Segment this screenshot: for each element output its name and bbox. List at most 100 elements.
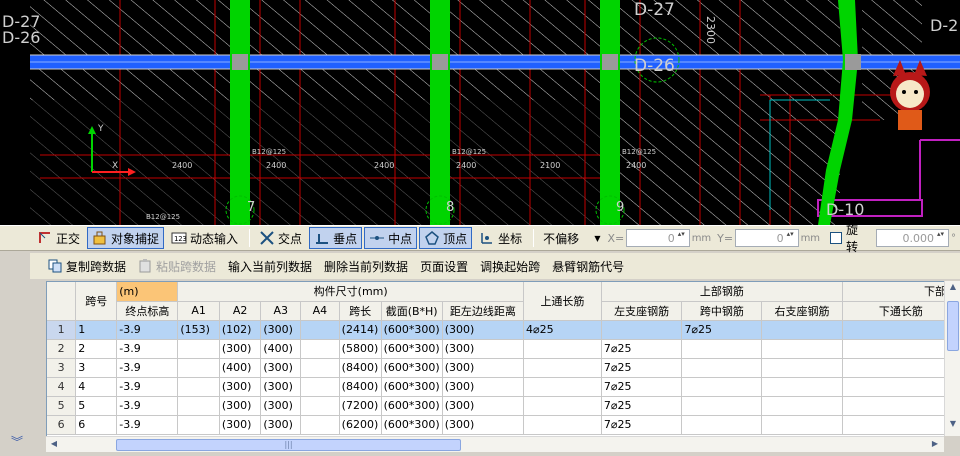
cell-a4[interactable] (300, 339, 340, 359)
cell-span-no[interactable]: 5 (75, 396, 118, 416)
cell-right-support[interactable] (761, 358, 843, 378)
scroll-thumb[interactable] (947, 301, 959, 351)
cell-a3[interactable]: (300) (260, 320, 302, 340)
cell-a2[interactable]: (300) (219, 396, 262, 416)
cell-a2[interactable]: (102) (219, 320, 262, 340)
cell-mid-span[interactable] (681, 396, 763, 416)
col-header-section[interactable]: 截面(B*H) (381, 301, 443, 321)
dynamic-input-toggle[interactable]: 123 动态输入 (166, 227, 243, 249)
cell-dist-left[interactable]: (300) (442, 396, 524, 416)
cell-section[interactable]: (600*300) (381, 377, 443, 397)
cell-a4[interactable] (300, 377, 340, 397)
cell-right-support[interactable] (761, 396, 843, 416)
cell-top-through[interactable] (523, 396, 602, 416)
table-row[interactable]: 2 2 -3.9 (300) (400) (5800) (600*300) (300) 7⌀25… (47, 339, 960, 359)
cantilever-code-button[interactable]: 悬臂钢筋代号 (552, 258, 624, 275)
table-row[interactable]: 6 6 -3.9 (300) (300) (6200) (600*300) (300) 7⌀25… (47, 415, 960, 435)
cad-drawing-canvas[interactable]: Y X D-27 D-26 D-27 D-26 D-10 D-2 7 8 9 2… (0, 0, 960, 225)
cell-top-through[interactable] (523, 339, 602, 359)
col-header-left-support[interactable]: 左支座钢筋 (601, 301, 683, 321)
col-header-dist-left[interactable]: 距左边线距离 (442, 301, 524, 321)
table-row[interactable]: 3 3 -3.9 (400) (300) (8400) (600*300) (300) 7⌀25… (47, 358, 960, 378)
cell-top-through[interactable] (523, 415, 602, 435)
row-index[interactable]: 4 (47, 377, 77, 397)
cell-mid-span[interactable] (681, 339, 763, 359)
col-header-bottom-through[interactable]: 下通长筋 (842, 301, 960, 321)
scroll-thumb[interactable]: ||| (116, 439, 461, 451)
col-header-a4[interactable]: A4 (300, 301, 340, 321)
row-index[interactable]: 6 (47, 415, 77, 435)
cell-section[interactable]: (600*300) (381, 415, 443, 435)
chevron-down-icon[interactable]: ︾ (11, 433, 23, 450)
table-row[interactable]: 4 4 -3.9 (300) (300) (8400) (600*300) (300) 7⌀25… (47, 377, 960, 397)
cell-right-support[interactable] (761, 377, 843, 397)
cell-a4[interactable] (300, 396, 340, 416)
cell-mid-span[interactable]: 7⌀25 (681, 320, 763, 340)
cell-a4[interactable] (300, 320, 340, 340)
scroll-right-icon[interactable]: ▶ (928, 439, 942, 451)
cell-span-length[interactable]: (8400) (339, 358, 382, 378)
cell-section[interactable]: (600*300) (381, 339, 443, 359)
page-setup-button[interactable]: 页面设置 (420, 258, 468, 275)
cell-a2[interactable]: (300) (219, 415, 262, 435)
cell-span-no[interactable]: 3 (75, 358, 118, 378)
cell-a1[interactable] (177, 415, 220, 435)
group-header-member-size[interactable]: 构件尺寸(mm) (177, 282, 524, 302)
group-header-elevation[interactable]: (m) (116, 282, 179, 302)
cell-bottom-through[interactable]: 7 (842, 358, 960, 378)
col-header-top-through[interactable]: 上通长筋 (523, 282, 602, 321)
offset-mode-select[interactable]: 不偏移 ▼ (538, 228, 602, 248)
cell-a4[interactable] (300, 415, 340, 435)
cell-top-through[interactable] (523, 377, 602, 397)
cell-span-no[interactable]: 2 (75, 339, 118, 359)
cell-bottom-through[interactable]: 7 (842, 396, 960, 416)
cell-a1[interactable]: (153) (177, 320, 220, 340)
cell-left-support[interactable]: 7⌀25 (601, 377, 683, 397)
group-header-top-rebar[interactable]: 上部钢筋 (601, 282, 843, 302)
cell-a2[interactable]: (300) (219, 377, 262, 397)
col-header-span-length[interactable]: 跨长 (339, 301, 382, 321)
input-column-button[interactable]: 输入当前列数据 (228, 258, 312, 275)
table-row[interactable]: 5 5 -3.9 (300) (300) (7200) (600*300) (300) 7⌀25… (47, 396, 960, 416)
snap-vertex[interactable]: 顶点 (419, 227, 473, 249)
cell-section[interactable]: (600*300) (381, 396, 443, 416)
cell-end-elev[interactable]: -3.9 (116, 339, 179, 359)
cell-a3[interactable]: (300) (260, 358, 302, 378)
cell-span-length[interactable]: (2414) (339, 320, 382, 340)
snap-perpendicular[interactable]: 垂点 (309, 227, 363, 249)
cell-bottom-through[interactable]: 7 (842, 320, 960, 340)
ortho-toggle[interactable]: 正交 (32, 227, 85, 249)
group-header-bottom-rebar[interactable]: 下部钢 (842, 282, 960, 302)
cell-dist-left[interactable]: (300) (442, 339, 524, 359)
cell-left-support[interactable] (601, 320, 683, 340)
cell-span-no[interactable]: 4 (75, 377, 118, 397)
object-snap-toggle[interactable]: 对象捕捉 (87, 227, 165, 249)
cell-a3[interactable]: (300) (260, 396, 302, 416)
scroll-up-icon[interactable]: ▲ (947, 282, 959, 296)
rotate-checkbox[interactable] (830, 232, 842, 244)
cell-top-through[interactable]: 4⌀25 (523, 320, 602, 340)
cell-section[interactable]: (600*300) (381, 320, 443, 340)
copy-span-button[interactable]: 复制跨数据 (48, 258, 126, 275)
cell-top-through[interactable] (523, 358, 602, 378)
cell-section[interactable]: (600*300) (381, 358, 443, 378)
row-index[interactable]: 5 (47, 396, 77, 416)
cell-end-elev[interactable]: -3.9 (116, 415, 179, 435)
swap-start-span-button[interactable]: 调换起始跨 (480, 258, 540, 275)
cell-right-support[interactable] (761, 339, 843, 359)
cell-left-support[interactable]: 7⌀25 (601, 339, 683, 359)
cell-mid-span[interactable] (681, 377, 763, 397)
vertical-scrollbar[interactable]: ▲ ▼ (944, 281, 960, 436)
cell-end-elev[interactable]: -3.9 (116, 377, 179, 397)
cell-a3[interactable]: (400) (260, 339, 302, 359)
paste-span-button[interactable]: 粘贴跨数据 (138, 258, 216, 275)
horizontal-scrollbar[interactable]: ◀ ||| ▶ (46, 436, 944, 452)
col-header-a2[interactable]: A2 (219, 301, 262, 321)
col-header-a1[interactable]: A1 (177, 301, 220, 321)
cell-span-length[interactable]: (7200) (339, 396, 382, 416)
cell-left-support[interactable]: 7⌀25 (601, 415, 683, 435)
col-header-mid-span[interactable]: 跨中钢筋 (681, 301, 763, 321)
row-index[interactable]: 1 (47, 320, 77, 340)
col-header-end-elev[interactable]: 终点标高 (116, 301, 179, 321)
cell-bottom-through[interactable]: 7 (842, 339, 960, 359)
